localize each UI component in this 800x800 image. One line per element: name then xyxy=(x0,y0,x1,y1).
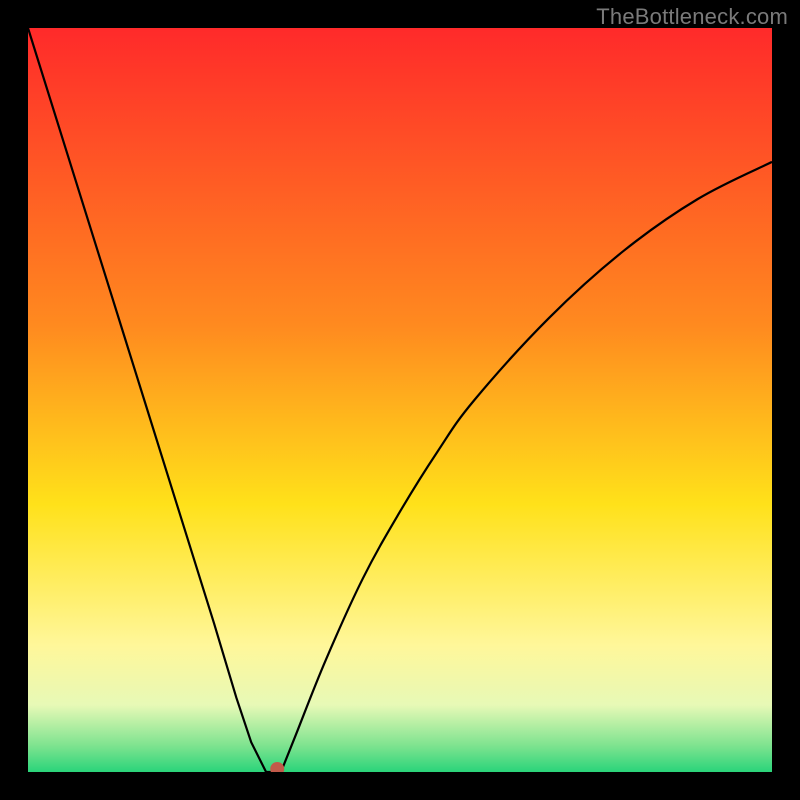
chart-svg xyxy=(28,28,772,772)
plot-area xyxy=(28,28,772,772)
watermark-text: TheBottleneck.com xyxy=(596,4,788,30)
chart-frame: TheBottleneck.com xyxy=(0,0,800,800)
gradient-background xyxy=(28,28,772,772)
